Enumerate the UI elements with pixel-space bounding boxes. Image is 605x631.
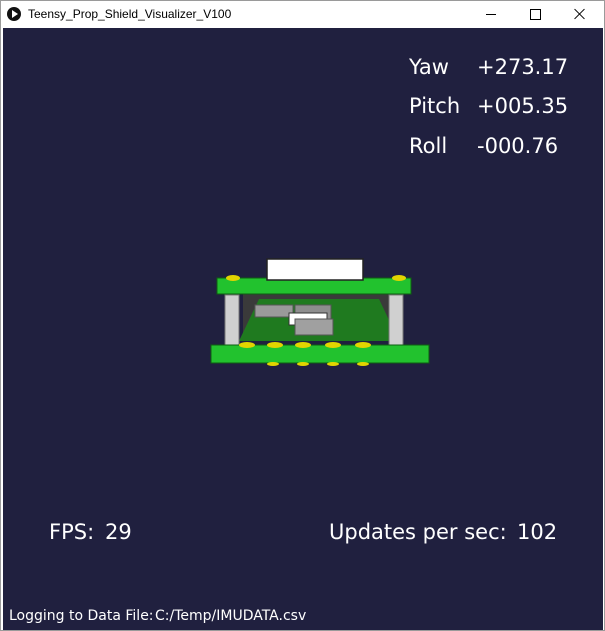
solder-pad [357, 362, 369, 366]
chip [294, 318, 334, 336]
board-3d-model [210, 258, 430, 366]
minimize-button[interactable] [468, 1, 514, 28]
solder-pad [226, 275, 240, 281]
window-title: Teensy_Prop_Shield_Visualizer_V100 [28, 7, 232, 21]
chip [254, 304, 294, 318]
pitch-value: +005.35 [477, 94, 569, 118]
yaw-value: +273.17 [477, 55, 569, 79]
close-button[interactable] [558, 1, 604, 28]
roll-value: -000.76 [477, 134, 559, 158]
solder-pad [325, 342, 341, 348]
app-window: Teensy_Prop_Shield_Visualizer_V100 Yaw +… [0, 0, 605, 631]
maximize-button[interactable] [514, 1, 560, 28]
fps-label: FPS: [49, 520, 95, 544]
fps-value: 29 [105, 520, 132, 544]
solder-pad [355, 342, 371, 348]
updates-per-sec-value: 102 [517, 520, 558, 544]
solder-pad [267, 342, 283, 348]
solder-pad [267, 362, 279, 366]
yaw-label: Yaw [409, 55, 449, 79]
app-icon [7, 7, 21, 21]
updates-per-sec-label: Updates per sec: [329, 520, 507, 544]
title-bar[interactable]: Teensy_Prop_Shield_Visualizer_V100 [1, 1, 604, 28]
logging-label: Logging to Data File: [9, 608, 154, 624]
maximize-icon [530, 9, 541, 20]
top-module [266, 258, 364, 281]
solder-pad [327, 362, 339, 366]
pitch-label: Pitch [409, 94, 461, 118]
logging-file-path: C:/Temp/IMUDATA.csv [155, 608, 307, 624]
close-icon [574, 8, 586, 20]
minimize-icon [486, 14, 496, 15]
solder-pad [295, 342, 311, 348]
solder-pad [297, 362, 309, 366]
solder-pad [392, 275, 406, 281]
visualizer-canvas: Yaw +273.17 Pitch +005.35 Roll -000.76 F… [3, 28, 603, 630]
right-standoff [388, 294, 404, 348]
roll-label: Roll [409, 134, 448, 158]
solder-pad [239, 342, 255, 348]
left-standoff [224, 294, 240, 348]
